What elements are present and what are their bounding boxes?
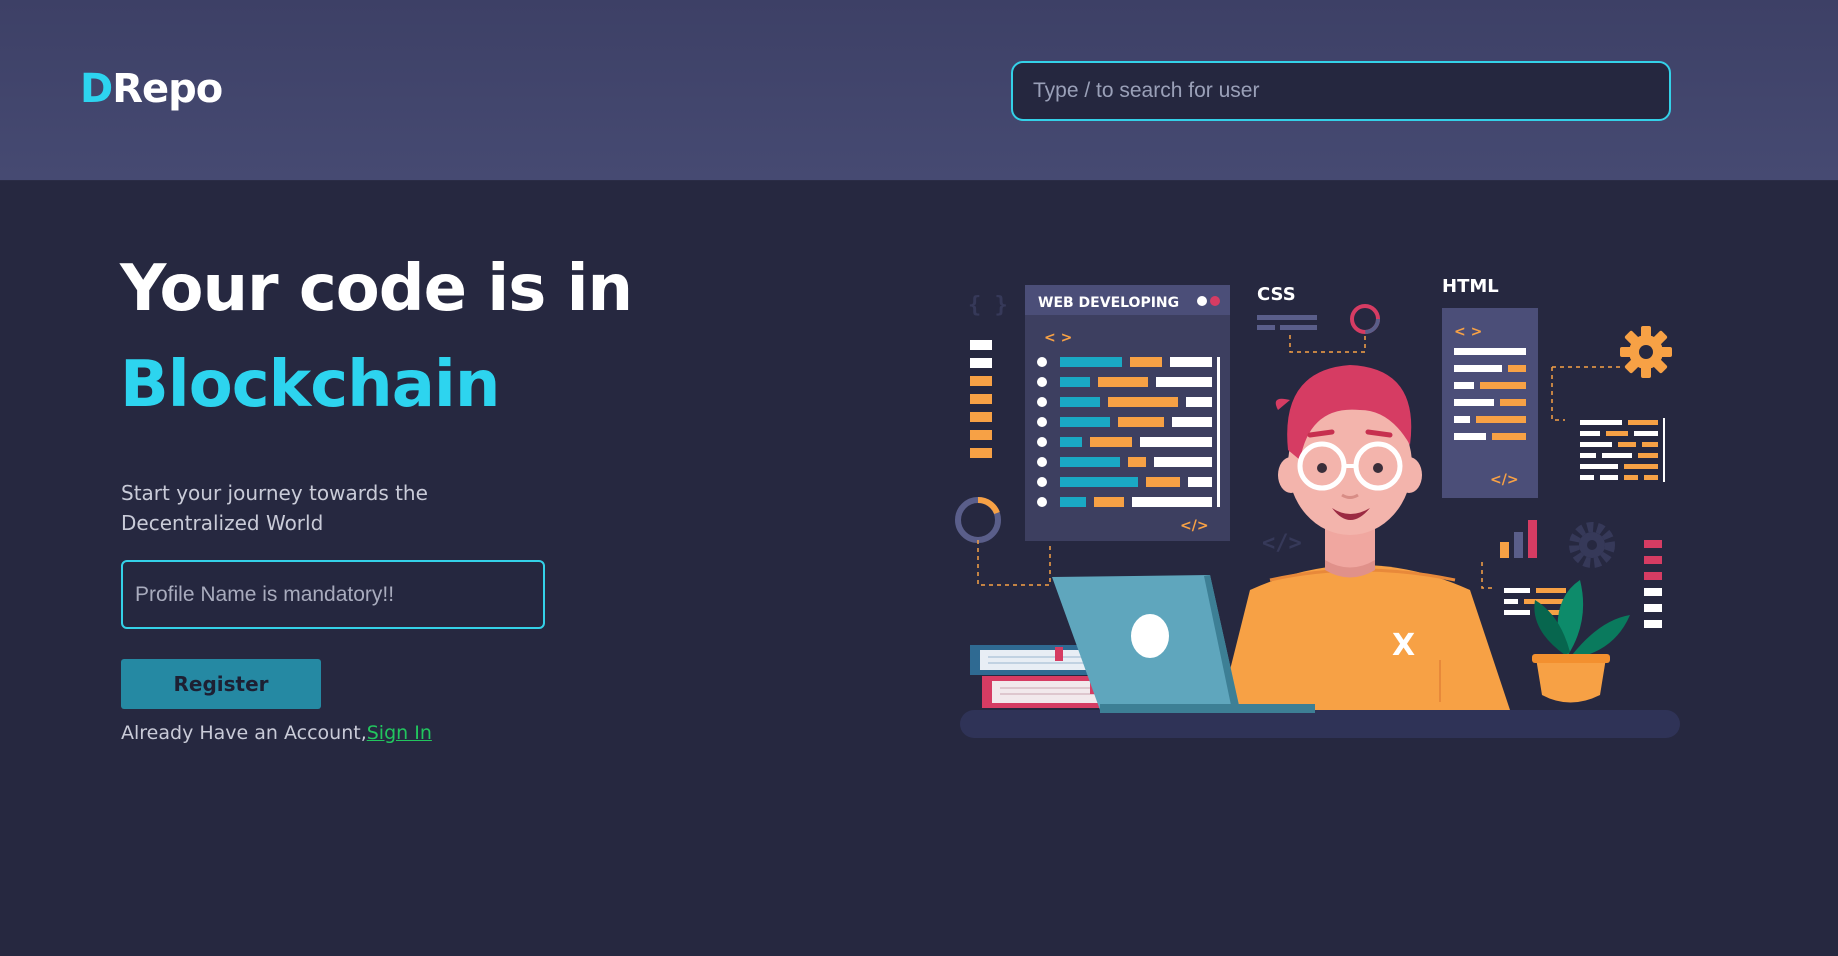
gear-icon-dim bbox=[1569, 522, 1615, 568]
logo[interactable]: DRepo bbox=[80, 66, 223, 112]
signin-prompt: Already Have an Account,Sign In bbox=[121, 722, 432, 744]
html-label: HTML bbox=[1442, 276, 1499, 297]
decorative-bars-left bbox=[970, 340, 992, 458]
web-developing-panel: WEB DEVELOPING < > </> bbox=[1025, 285, 1230, 541]
open-tag-text: < > bbox=[1044, 330, 1072, 346]
potted-plant bbox=[1532, 580, 1630, 703]
gear-icon bbox=[1620, 326, 1672, 378]
hero-title: Your code is in bbox=[120, 252, 633, 326]
hero-title-accent: Blockchain bbox=[120, 348, 500, 422]
decorative-bars-right bbox=[1644, 540, 1662, 628]
shirt-letter: X bbox=[1392, 628, 1415, 663]
dim-braces: { } bbox=[968, 293, 1008, 318]
svg-text:< >: < > bbox=[1454, 324, 1482, 340]
user-search-input[interactable] bbox=[1011, 61, 1671, 121]
logo-accent: D bbox=[80, 66, 113, 112]
panel-title: WEB DEVELOPING bbox=[1038, 295, 1179, 311]
signin-prompt-text: Already Have an Account, bbox=[121, 722, 367, 744]
mini-bar-chart-icon bbox=[1500, 520, 1537, 558]
desk bbox=[960, 710, 1680, 738]
css-label: CSS bbox=[1257, 284, 1296, 305]
html-panel: < > </> bbox=[1442, 308, 1538, 498]
hero-tagline: Start your journey towards the Decentral… bbox=[121, 481, 428, 535]
web-developer-illustration: WEB DEVELOPING < > </> CSS HTML < > </> … bbox=[955, 276, 1680, 738]
top-navbar: DRepo bbox=[0, 0, 1838, 181]
register-button[interactable]: Register bbox=[121, 659, 321, 709]
profile-name-input[interactable] bbox=[121, 560, 545, 629]
signin-link[interactable]: Sign In bbox=[367, 722, 432, 744]
code-lines-right bbox=[1580, 418, 1665, 482]
close-tag-text: </> bbox=[1180, 518, 1209, 534]
dim-code-tag: </> bbox=[1262, 531, 1302, 556]
logo-text: Repo bbox=[112, 66, 223, 112]
svg-text:</>: </> bbox=[1490, 472, 1519, 488]
